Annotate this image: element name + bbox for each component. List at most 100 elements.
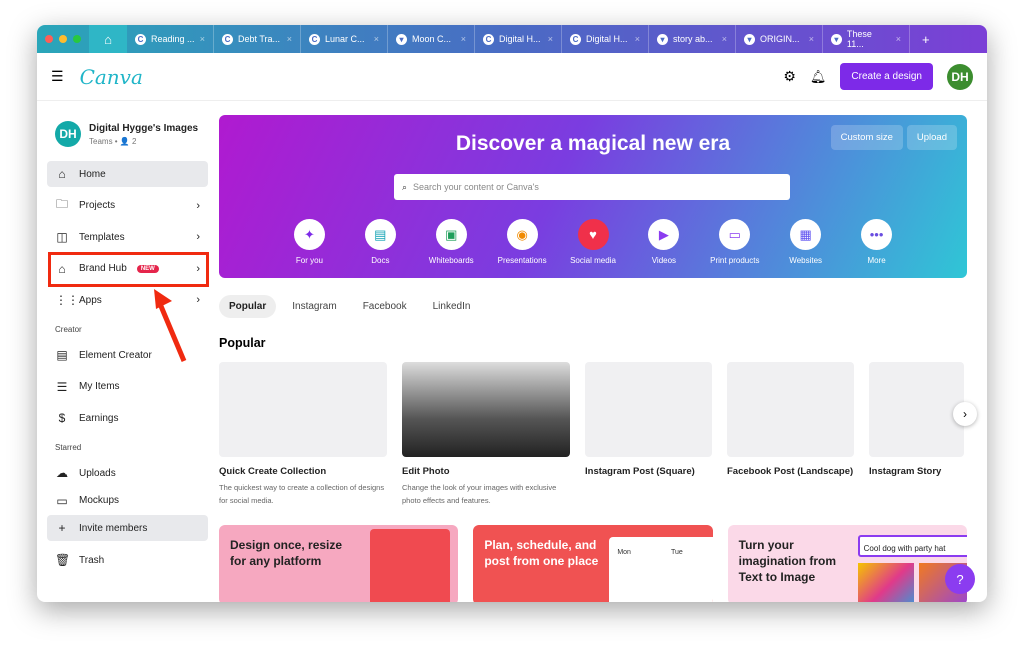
avatar[interactable]: DH <box>947 63 973 90</box>
chevron-right-icon: › <box>963 407 967 421</box>
category-websites[interactable]: ▦ Websites <box>770 219 841 265</box>
home-icon: ⌂ <box>104 31 112 47</box>
promo-title: Design once, resize for any platform <box>230 538 343 568</box>
sidebar-item-templates[interactable]: ◫ Templates › <box>47 224 208 250</box>
card-thumbnail <box>219 362 387 457</box>
new-tab-button[interactable]: + <box>910 32 942 47</box>
filter-tab[interactable]: LinkedIn <box>423 295 481 318</box>
category-icon: ▦ <box>790 219 822 250</box>
filter-tab[interactable]: Popular <box>219 295 277 318</box>
close-tab-icon[interactable]: × <box>722 34 727 44</box>
category-print-products[interactable]: ▭ Print products <box>699 219 770 265</box>
category-label: Social media <box>570 256 616 265</box>
category-label: Presentations <box>497 256 547 265</box>
create-design-button[interactable]: Create a design <box>840 63 933 90</box>
card-thumbnail <box>585 362 712 457</box>
category-social-media[interactable]: ♥ Social media <box>558 219 629 265</box>
popular-heading: Popular <box>219 336 266 350</box>
category-presentations[interactable]: ◉ Presentations <box>487 219 558 265</box>
home-tab[interactable]: ⌂ <box>89 25 127 53</box>
help-button[interactable]: ? <box>945 564 975 594</box>
browser-tab[interactable]: C Lunar C... × <box>301 25 388 53</box>
store-icon: ▤ <box>56 348 68 362</box>
close-tab-icon[interactable]: × <box>461 34 466 44</box>
template-card[interactable]: Facebook Post (Landscape) <box>727 362 854 507</box>
tab-title: story ab... <box>673 34 713 44</box>
chat-icon: ▾ <box>831 33 842 45</box>
template-card[interactable]: Instagram Post (Square) <box>585 362 712 507</box>
template-card[interactable]: Quick Create Collection The quickest way … <box>219 362 387 507</box>
close-tab-icon[interactable]: × <box>548 34 553 44</box>
close-tab-icon[interactable]: × <box>374 34 379 44</box>
close-tab-icon[interactable]: × <box>635 34 640 44</box>
close-tab-icon[interactable]: × <box>200 34 205 44</box>
label: Templates <box>79 231 125 243</box>
browser-tab[interactable]: ▾ ORIGIN... × <box>736 25 823 53</box>
card-title: Quick Create Collection <box>219 466 327 477</box>
browser-tab[interactable]: C Reading ... × <box>127 25 214 53</box>
browser-tab[interactable]: C Digital H... × <box>475 25 562 53</box>
category-whiteboards[interactable]: ▣ Whiteboards <box>416 219 487 265</box>
category-docs[interactable]: ▤ Docs <box>345 219 416 265</box>
gear-icon[interactable]: ⚙ <box>783 68 796 85</box>
card-thumbnail <box>402 362 570 457</box>
home-icon: ⌂ <box>58 167 66 181</box>
promo-resize[interactable]: Design once, resize for any platform <box>219 525 459 602</box>
menu-icon[interactable]: ☰ <box>51 68 64 85</box>
category-videos[interactable]: ▶ Videos <box>628 219 699 265</box>
promo-text-to-image[interactable]: Turn your imagination from Text to Image… <box>727 525 967 602</box>
search-placeholder: Search your content or Canva's <box>413 182 539 192</box>
search-input[interactable]: ⌕ Search your content or Canva's <box>394 174 790 200</box>
card-title: Edit Photo <box>402 466 450 477</box>
bell-icon[interactable]: 🔔︎ <box>810 69 827 85</box>
canva-icon: C <box>135 33 146 45</box>
sidebar-item-my-items[interactable]: ☰ My Items <box>47 374 208 400</box>
sidebar-item-projects[interactable]: 🗀︎ Projects › <box>47 193 208 219</box>
label: Earnings <box>79 412 119 424</box>
browser-tab[interactable]: ▾ Moon C... × <box>388 25 475 53</box>
chat-icon: ▾ <box>744 33 755 45</box>
template-card[interactable]: Instagram Story <box>869 362 964 507</box>
category-more[interactable]: ••• More <box>841 219 912 265</box>
close-window-button[interactable] <box>45 35 53 43</box>
filter-tab[interactable]: Instagram <box>282 295 346 318</box>
team-name: Digital Hygge's Images <box>89 122 199 134</box>
sidebar-item-mockups[interactable]: ▭ Mockups <box>47 492 208 510</box>
close-tab-icon[interactable]: × <box>896 34 901 44</box>
category-icon: ▤ <box>364 219 396 250</box>
browser-tab[interactable]: C Digital H... × <box>562 25 649 53</box>
template-icon: ◫ <box>56 230 68 244</box>
label: My Items <box>79 381 120 392</box>
close-tab-icon[interactable]: × <box>287 34 292 44</box>
earnings-icon: $ <box>58 411 66 425</box>
template-card[interactable]: Edit Photo Change the look of your images… <box>402 362 570 507</box>
sidebar-item-trash[interactable]: 🗑︎ Trash <box>47 547 208 573</box>
card-thumbnail <box>869 362 964 457</box>
sidebar-item-earnings[interactable]: $ Earnings <box>47 405 208 431</box>
carousel-next-button[interactable]: › <box>953 402 977 426</box>
invite-members-button[interactable]: + Invite members <box>47 515 208 541</box>
promo-schedule[interactable]: Plan, schedule, and post from one place M… <box>473 525 713 602</box>
card-title: Instagram Post (Square) <box>585 466 695 477</box>
zoom-window-button[interactable] <box>73 35 81 43</box>
chevron-right-icon: › <box>196 231 200 243</box>
browser-tab[interactable]: ▾ These 11... × <box>823 25 910 53</box>
custom-size-button[interactable]: Custom size <box>830 125 903 150</box>
minimize-window-button[interactable] <box>59 35 67 43</box>
upload-button[interactable]: Upload <box>906 125 957 150</box>
team-switcher[interactable]: DH Digital Hygge's Images Teams • 👤 2 <box>37 101 218 161</box>
category-label: For you <box>295 256 323 265</box>
browser-tab[interactable]: C Debt Tra... × <box>214 25 301 53</box>
label: Uploads <box>79 467 116 479</box>
starred-heading: Starred <box>55 443 82 452</box>
trash-icon: 🗑︎ <box>55 553 71 567</box>
sidebar-item-uploads[interactable]: ☁ Uploads <box>47 460 208 486</box>
tab-title: These 11... <box>846 29 872 49</box>
filter-tab[interactable]: Facebook <box>353 295 417 318</box>
category-for-you[interactable]: ✦ For you <box>274 219 345 265</box>
sidebar-item-home[interactable]: ⌂ Home <box>47 161 208 187</box>
close-tab-icon[interactable]: × <box>809 34 814 44</box>
tab-title: Digital H... <box>499 34 541 44</box>
browser-tab[interactable]: ▾ story ab... × <box>649 25 736 53</box>
canva-logo[interactable]: Canva <box>80 65 143 89</box>
